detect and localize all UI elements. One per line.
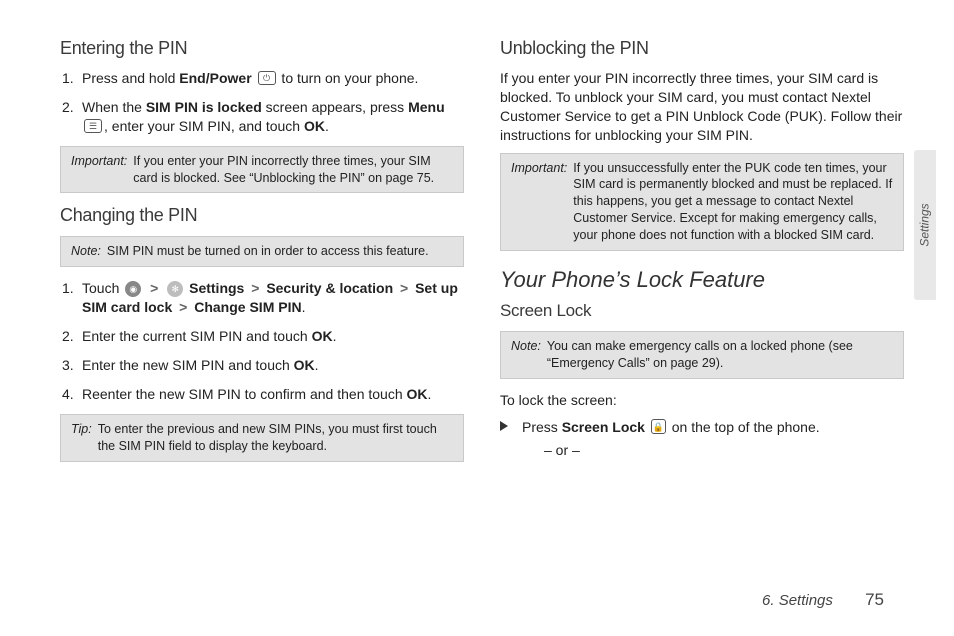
menu-icon: ☰ [84,119,102,133]
important-label: Important: [511,160,567,244]
step-1: Press and hold End/Power ⏻ to turn on yo… [82,69,464,88]
side-tab-label: Settings [918,203,932,246]
change-step-3: Enter the new SIM PIN and touch OK. [82,356,464,375]
step-2: When the SIM PIN is locked screen appear… [82,98,464,136]
chevron-right-icon: > [400,280,408,296]
heading-lock-feature: Your Phone’s Lock Feature [500,267,904,293]
tip-body: To enter the previous and new SIM PINs, … [98,421,453,455]
change-step-2: Enter the current SIM PIN and touch OK. [82,327,464,346]
important-box-1: Important: If you enter your PIN incorre… [60,146,464,194]
tip-label: Tip: [71,421,92,455]
launcher-icon: ◉ [125,281,141,297]
power-icon: ⏻ [258,71,276,85]
side-tab: Settings [914,150,936,300]
footer-chapter: 6. Settings [762,592,833,609]
note-label: Note: [511,338,541,372]
tip-box: Tip: To enter the previous and new SIM P… [60,414,464,462]
heading-screen-lock: Screen Lock [500,301,904,321]
note-body: You can make emergency calls on a locked… [547,338,893,372]
left-column: Entering the PIN Press and hold End/Powe… [60,30,464,570]
chevron-right-icon: > [251,280,259,296]
right-column: Unblocking the PIN If you enter your PIN… [500,30,904,570]
triangle-bullet-icon [500,421,508,431]
heading-changing-pin: Changing the PIN [60,205,464,226]
chevron-right-icon: > [179,299,187,315]
note-body: SIM PIN must be turned on in order to ac… [107,243,453,260]
unblocking-paragraph: If you enter your PIN incorrectly three … [500,69,904,145]
lock-icon: 🔒 [651,419,666,434]
note-box-1: Note: SIM PIN must be turned on in order… [60,236,464,267]
changing-pin-steps: Touch ◉ > ✻ Settings > Security & locati… [60,279,464,403]
footer-page-number: 75 [865,590,884,609]
note-box-2: Note: You can make emergency calls on a … [500,331,904,379]
or-line: – or – [522,441,904,461]
note-label: Note: [71,243,101,260]
chevron-right-icon: > [150,280,158,296]
important-body: If you enter your PIN incorrectly three … [133,153,453,187]
entering-pin-steps: Press and hold End/Power ⏻ to turn on yo… [60,69,464,136]
page-footer: 6. Settings 75 [762,590,884,610]
heading-unblocking-pin: Unblocking the PIN [500,38,904,59]
gear-icon: ✻ [167,281,183,297]
important-box-2: Important: If you unsuccessfully enter t… [500,153,904,251]
page-columns: Entering the PIN Press and hold End/Powe… [60,30,904,570]
important-label: Important: [71,153,127,187]
important-body: If you unsuccessfully enter the PUK code… [573,160,893,244]
heading-entering-pin: Entering the PIN [60,38,464,59]
to-lock-intro: To lock the screen: [500,391,904,410]
change-step-1: Touch ◉ > ✻ Settings > Security & locati… [82,279,464,317]
lock-instruction: Press Screen Lock 🔒 on the top of the ph… [500,418,904,461]
change-step-4: Reenter the new SIM PIN to confirm and t… [82,385,464,404]
